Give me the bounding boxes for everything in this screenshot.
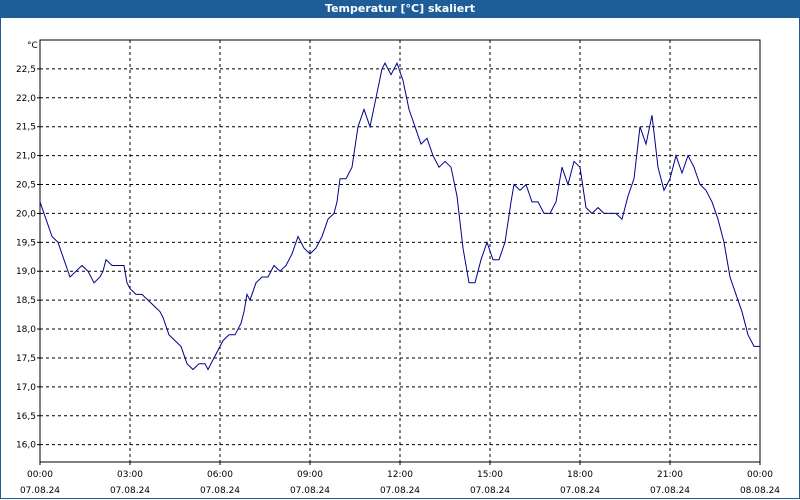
y-tick-label: 17,0 [16, 383, 36, 393]
x-tick-time-label: 15:00 [477, 470, 503, 480]
x-tick-time-label: 03:00 [117, 470, 143, 480]
y-tick-label: 18,0 [16, 325, 36, 335]
y-tick-label: 17,5 [16, 354, 36, 364]
y-tick-label: 21,0 [16, 152, 36, 162]
x-tick-date-label: 07.08.24 [470, 486, 510, 496]
y-tick-label: 18,5 [16, 296, 36, 306]
x-tick-date-label: 07.08.24 [650, 486, 690, 496]
x-tick-date-label: 07.08.24 [110, 486, 150, 496]
x-tick-time-label: 09:00 [297, 470, 323, 480]
x-tick-time-label: 00:00 [747, 470, 773, 480]
x-tick-time-label: 12:00 [387, 470, 413, 480]
y-tick-label: 16,0 [16, 441, 36, 451]
y-tick-label: 21,5 [16, 123, 36, 133]
x-tick-time-label: 06:00 [207, 470, 233, 480]
y-tick-label: 19,5 [16, 238, 36, 248]
y-tick-label: 16,5 [16, 412, 36, 422]
x-tick-date-label: 07.08.24 [290, 486, 330, 496]
x-tick-time-label: 00:00 [27, 470, 53, 480]
y-tick-label: 19,0 [16, 267, 36, 277]
line-chart: °C 16,0 16,5 17,0 17,5 18,0 18,5 19,0 19,5 20,0 2… [16, 39, 780, 496]
y-tick-label: 20,0 [16, 209, 36, 219]
x-axis: 00:00 07.08.24 03:00 07.08.24 06:00 07.08.24 0… [20, 462, 780, 496]
x-tick-time-label: 21:00 [657, 470, 683, 480]
y-tick-label: 22,0 [16, 94, 36, 104]
y-axis-unit-label: °C [27, 41, 38, 51]
x-tick-date-label: 08.08.24 [740, 486, 780, 496]
x-tick-date-label: 07.08.24 [20, 486, 60, 496]
y-axis: 16,0 16,5 17,0 17,5 18,0 18,5 19,0 19,5 20,0 20,5… [16, 65, 40, 451]
x-tick-date-label: 07.08.24 [560, 486, 600, 496]
x-tick-date-label: 07.08.24 [200, 486, 240, 496]
x-tick-time-label: 18:00 [567, 470, 593, 480]
y-tick-label: 20,5 [16, 181, 36, 191]
x-tick-date-label: 07.08.24 [380, 486, 420, 496]
y-tick-label: 22,5 [16, 65, 36, 75]
